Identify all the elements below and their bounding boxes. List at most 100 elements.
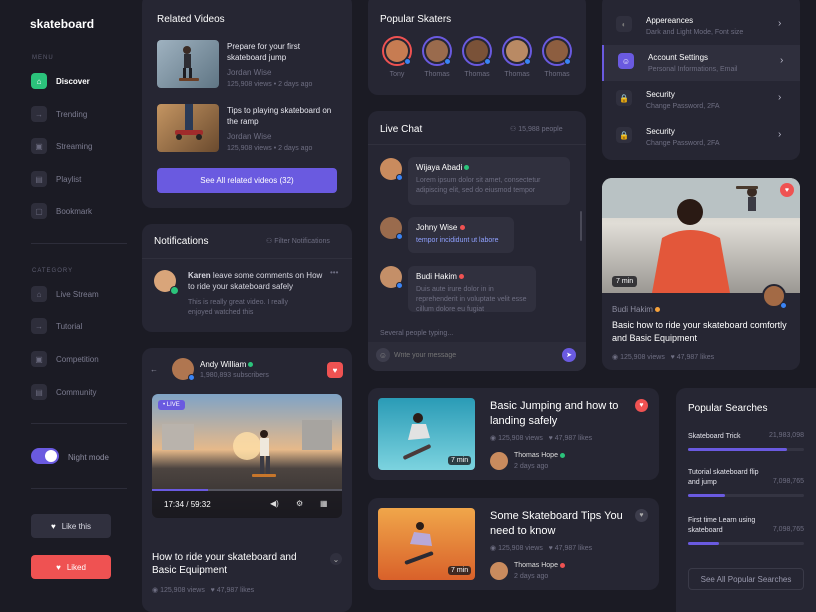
eye-icon: ◉ [490, 545, 499, 552]
chevron-down-icon[interactable]: ⌄ [330, 553, 342, 565]
popular-searches-title: Popular Searches [688, 403, 768, 414]
sidebar-item-discover[interactable]: ⌂ Discover [31, 73, 90, 89]
notification-text[interactable]: Karen leave some comments on How to ride… [188, 270, 323, 292]
more-icon[interactable]: ••• [330, 268, 338, 277]
related-video-title[interactable]: Prepare for your first skateboard jump [227, 41, 337, 63]
sidebar-item-tutorial[interactable]: → Tutorial [31, 318, 82, 334]
player-controls: 17:34 / 59:32 ◀) ⚙ ▦ [152, 489, 342, 518]
author-avatar[interactable] [490, 562, 508, 580]
video-frame[interactable]: • LIVE 17:34 / 59:32 ◀) ⚙ ▦ [152, 394, 342, 518]
sidebar-item-playlist[interactable]: ▤ Playlist [31, 171, 81, 187]
search-count: 21,983,098 [768, 432, 804, 439]
chat-author[interactable]: Johny Wise [416, 223, 465, 232]
video-thumbnail[interactable]: 7 min [378, 508, 475, 580]
emoji-icon[interactable]: ☺ [376, 348, 390, 362]
likes-count: 47,987 likes [554, 545, 593, 552]
liked-button[interactable]: ♥ Liked [31, 555, 111, 579]
popular-skaters-card: Popular Skaters Tony Thomas Thomas Thomas Th… [368, 0, 586, 95]
sidebar-item-community[interactable]: ▤ Community [31, 384, 96, 400]
camera-icon: ▣ [31, 351, 47, 367]
sidebar-item-bookmark[interactable]: ▢ Bookmark [31, 203, 92, 219]
search-item[interactable]: Tutorial skateboard flip and jump 7,098,7… [688, 468, 804, 508]
online-indicator [559, 452, 565, 458]
heart-icon[interactable]: ♥ [635, 509, 648, 522]
related-video-title[interactable]: Tips to playing skateboard on the ramp [227, 105, 337, 127]
people-count: 15,988 people [518, 126, 563, 133]
video-author[interactable]: Thomas Hope [514, 452, 565, 459]
video-thumbnail[interactable] [157, 40, 219, 88]
like-button[interactable]: ♥ Like this [31, 514, 111, 538]
search-term: Skateboard Trick [688, 433, 741, 440]
favorite-heart-button[interactable]: ♥ [327, 362, 343, 378]
related-video-meta: 125,908 views • 2 days ago [227, 81, 313, 88]
search-bar-track [688, 542, 804, 545]
sidebar-item-competition[interactable]: ▣ Competition [31, 351, 99, 367]
settings-icon[interactable]: ⚙ [296, 499, 303, 508]
chat-author[interactable]: Wijaya Abadi [416, 163, 470, 172]
settings-item[interactable]: 🔒 Security Change Password, 2FA › [602, 82, 800, 118]
author-avatar[interactable] [490, 452, 508, 470]
settings-item-subtitle: Change Password, 2FA [646, 103, 720, 110]
document-icon: ▤ [31, 384, 47, 400]
chat-author-name: Wijaya Abadi [416, 163, 463, 172]
video-title: How to ride your skateboard and Basic Eq… [152, 552, 297, 576]
featured-author[interactable]: Budi Hakim [612, 305, 661, 314]
settings-item[interactable]: 🔒 Security Change Password, 2FA › [602, 119, 800, 155]
video-card: 7 min Basic Jumping and how to landing s… [368, 388, 659, 480]
filter-notifications-button[interactable]: ⚇ Filter Notifications [266, 237, 330, 245]
night-mode-toggle[interactable] [31, 448, 59, 464]
see-all-related-button[interactable]: See All related videos (32) [157, 168, 337, 193]
volume-icon[interactable]: ◀) [270, 499, 279, 508]
sidebar-item-trending[interactable]: → Trending [31, 106, 87, 122]
eye-icon: ◉ [152, 587, 161, 594]
chat-text: Lorem ipsum dolor sit amet, consectetur … [416, 177, 541, 194]
divider [31, 488, 127, 489]
settings-item-subtitle: Dark and Light Mode, Font size [646, 29, 744, 36]
upload-time: 2 days ago [278, 81, 313, 88]
progress-fill [152, 489, 209, 491]
views-count: 125,908 views [227, 81, 272, 88]
heart-icon[interactable]: ♥ [780, 183, 794, 197]
chat-author[interactable]: Budi Hakim [416, 272, 465, 281]
user-icon: ☺ [618, 53, 634, 69]
lock-icon: 🔒 [616, 90, 632, 106]
fullscreen-icon[interactable]: ▦ [320, 499, 328, 508]
video-thumbnail[interactable] [157, 104, 219, 152]
search-count: 7,098,765 [772, 526, 804, 533]
search-bar-fill [688, 448, 787, 451]
chat-scrollbar[interactable] [580, 211, 582, 241]
settings-item[interactable]: ☺ Account Settings Personal Informations, … [602, 45, 800, 81]
sidebar-item-label: Tutorial [56, 321, 83, 331]
video-title[interactable]: Basic Jumping and how to landing safely [490, 399, 630, 429]
offline-indicator [559, 562, 565, 568]
heart-icon: ♥ [50, 521, 56, 531]
sidebar-item-streaming[interactable]: ▣ Streaming [31, 138, 92, 154]
featured-title[interactable]: Basic how to ride your skateboard comfor… [612, 319, 792, 345]
night-mode-label: Night mode [68, 453, 109, 462]
sidebar-item-live-stream[interactable]: ⌂ Live Stream [31, 286, 99, 302]
send-icon[interactable]: ➤ [562, 348, 576, 362]
search-term: Tutorial skateboard flip and jump [688, 469, 759, 486]
search-item[interactable]: First time Learn using skateboard 7,098,7… [688, 516, 804, 556]
sidebar-item-label: Playlist [56, 174, 82, 184]
heart-icon[interactable]: ♥ [635, 399, 648, 412]
verified-icon [396, 233, 403, 240]
verified-icon [564, 58, 571, 65]
video-author[interactable]: Thomas Hope [514, 562, 565, 569]
back-arrow-icon[interactable]: ← [150, 365, 158, 374]
search-item[interactable]: Skateboard Trick 21,983,098 [688, 432, 804, 472]
chat-message-input[interactable] [394, 348, 544, 362]
channel-name[interactable]: Andy William [200, 360, 254, 369]
search-bar-track [688, 448, 804, 451]
likes-count: 47,987 likes [554, 435, 593, 442]
video-title[interactable]: Some Skateboard Tips You need to know [490, 509, 630, 539]
verified-icon [396, 174, 403, 181]
settings-item[interactable]: ◐ Appereances Dark and Light Mode, Font si… [602, 8, 800, 44]
video-thumbnail[interactable]: 7 min [378, 398, 475, 470]
skater-name[interactable]: Thomas [532, 71, 582, 78]
app-logo[interactable]: skateboard [30, 17, 94, 31]
see-all-searches-button[interactable]: See All Popular Searches [688, 568, 804, 590]
featured-thumbnail[interactable]: 7 min ♥ [602, 178, 800, 293]
heart-icon: ♥ [56, 562, 61, 572]
users-icon: ⚇ [510, 126, 519, 133]
